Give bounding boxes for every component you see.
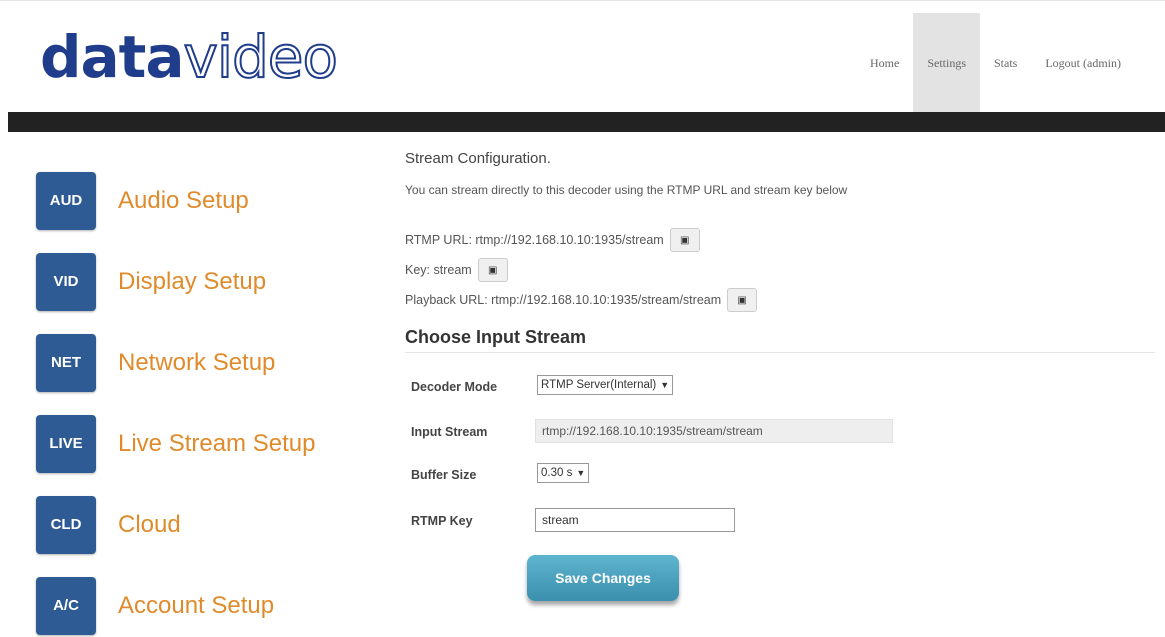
stream-config-description: You can stream directly to this decoder … [405, 183, 848, 197]
sidebar-badge: CLD [36, 495, 96, 554]
buffer-size-select[interactable]: 0.30 s ▼ [537, 463, 590, 483]
sidebar-item-display[interactable]: VID Display Setup [36, 241, 356, 322]
sidebar-badge: VID [36, 252, 96, 311]
logo-bold-text: data [40, 23, 185, 91]
copy-icon: ▣ [679, 234, 690, 246]
sidebar-item-live-stream[interactable]: LIVE Live Stream Setup [36, 403, 356, 484]
input-stream-label: Input Stream [411, 425, 488, 439]
buffer-size-value: 0.30 s [541, 467, 573, 479]
decoder-mode-value: RTMP Server(Internal) [541, 379, 657, 391]
key-text: Key: stream [405, 263, 472, 277]
playback-url-row: Playback URL: rtmp://192.168.10.10:1935/… [405, 288, 758, 312]
rtmp-key-value: stream [542, 513, 579, 527]
sidebar-item-label[interactable]: Network Setup [118, 349, 275, 377]
chevron-down-icon: ▼ [576, 468, 586, 478]
sidebar-item-label[interactable]: Cloud [118, 511, 181, 539]
key-row: Key: stream ▣ [405, 258, 508, 282]
logo-thin-text: video [183, 23, 339, 91]
sidebar-item-label[interactable]: Display Setup [118, 268, 266, 296]
sidebar-badge: A/C [36, 576, 96, 635]
rtmp-url-text: RTMP URL: rtmp://192.168.10.10:1935/stre… [405, 233, 664, 247]
buffer-size-label: Buffer Size [411, 468, 477, 482]
sidebar-item-label[interactable]: Live Stream Setup [118, 430, 315, 458]
input-stream-field: rtmp://192.168.10.10:1935/stream/stream [535, 419, 893, 443]
rtmp-key-input[interactable]: stream [535, 508, 735, 532]
nav-settings[interactable]: Settings [913, 13, 980, 113]
copy-icon: ▣ [487, 264, 498, 276]
rtmp-key-label: RTMP Key [411, 514, 473, 528]
sidebar: AUD Audio Setup VID Display Setup NET Ne… [36, 160, 356, 637]
sidebar-item-label[interactable]: Audio Setup [118, 187, 249, 215]
top-nav: Home Settings Stats Logout (admin) [856, 13, 1135, 113]
section-divider [405, 352, 1155, 353]
nav-home[interactable]: Home [856, 13, 913, 113]
header-divider-bar [8, 112, 1165, 132]
copy-playback-url-button[interactable]: ▣ [727, 288, 758, 312]
sidebar-badge: NET [36, 333, 96, 392]
nav-logout[interactable]: Logout (admin) [1031, 13, 1135, 113]
stream-config-title: Stream Configuration. [405, 150, 551, 167]
sidebar-item-network[interactable]: NET Network Setup [36, 322, 356, 403]
sidebar-badge: LIVE [36, 414, 96, 473]
sidebar-item-label[interactable]: Account Setup [118, 592, 274, 620]
sidebar-item-account[interactable]: A/C Account Setup [36, 565, 356, 637]
decoder-mode-label: Decoder Mode [411, 380, 498, 394]
datavideo-logo: datavideo [40, 26, 339, 88]
sidebar-badge: AUD [36, 171, 96, 230]
sidebar-item-cloud[interactable]: CLD Cloud [36, 484, 356, 565]
copy-key-button[interactable]: ▣ [477, 258, 508, 282]
copy-rtmp-url-button[interactable]: ▣ [669, 228, 700, 252]
sidebar-item-audio[interactable]: AUD Audio Setup [36, 160, 356, 241]
header: datavideo Home Settings Stats Logout (ad… [0, 0, 1165, 113]
rtmp-url-row: RTMP URL: rtmp://192.168.10.10:1935/stre… [405, 228, 700, 252]
copy-icon: ▣ [737, 294, 747, 306]
nav-stats[interactable]: Stats [980, 13, 1031, 113]
playback-url-text: Playback URL: rtmp://192.168.10.10:1935/… [405, 293, 722, 307]
save-changes-button[interactable]: Save Changes [527, 555, 679, 601]
input-stream-value: rtmp://192.168.10.10:1935/stream/stream [542, 424, 763, 438]
chevron-down-icon: ▼ [660, 380, 670, 390]
choose-input-stream-title: Choose Input Stream [405, 327, 587, 347]
decoder-mode-select[interactable]: RTMP Server(Internal) ▼ [537, 375, 674, 395]
